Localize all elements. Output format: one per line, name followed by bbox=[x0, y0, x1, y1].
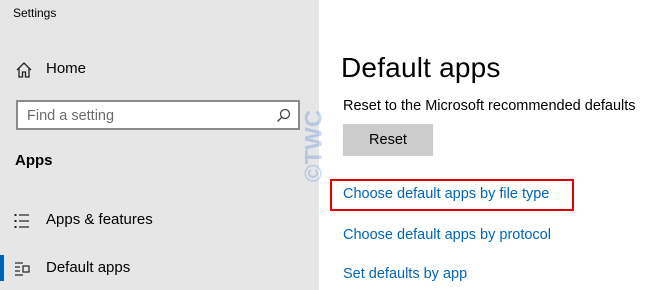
sidebar-item-home[interactable]: Home bbox=[0, 52, 319, 86]
reset-description: Reset to the Microsoft recommended defau… bbox=[343, 98, 636, 114]
search-icon[interactable] bbox=[276, 108, 291, 123]
sidebar-item-apps-features[interactable]: Apps & features bbox=[0, 203, 319, 237]
sidebar-item-label: Home bbox=[46, 60, 87, 77]
search-box[interactable] bbox=[16, 100, 300, 130]
watermark-text: ©TWC bbox=[300, 110, 327, 182]
home-icon bbox=[15, 61, 33, 79]
sidebar-item-label: Apps & features bbox=[46, 211, 153, 228]
link-choose-by-protocol[interactable]: Choose default apps by protocol bbox=[343, 227, 551, 243]
section-heading: Apps bbox=[15, 152, 53, 169]
highlight-annotation bbox=[330, 179, 574, 211]
default-apps-icon bbox=[14, 261, 30, 277]
list-icon bbox=[14, 213, 30, 229]
search-input[interactable] bbox=[27, 107, 267, 125]
sidebar: Settings Home Apps bbox=[0, 0, 319, 290]
sidebar-item-default-apps[interactable]: Default apps bbox=[0, 251, 319, 285]
reset-button[interactable]: Reset bbox=[343, 124, 433, 156]
watermark-logo: ©TWC bbox=[300, 110, 327, 182]
main-content: Default apps Reset to the Microsoft reco… bbox=[319, 0, 661, 290]
sidebar-item-label: Default apps bbox=[46, 259, 131, 276]
link-set-defaults-by-app[interactable]: Set defaults by app bbox=[343, 266, 467, 282]
window-title: Settings bbox=[13, 6, 57, 20]
page-title: Default apps bbox=[341, 52, 501, 83]
